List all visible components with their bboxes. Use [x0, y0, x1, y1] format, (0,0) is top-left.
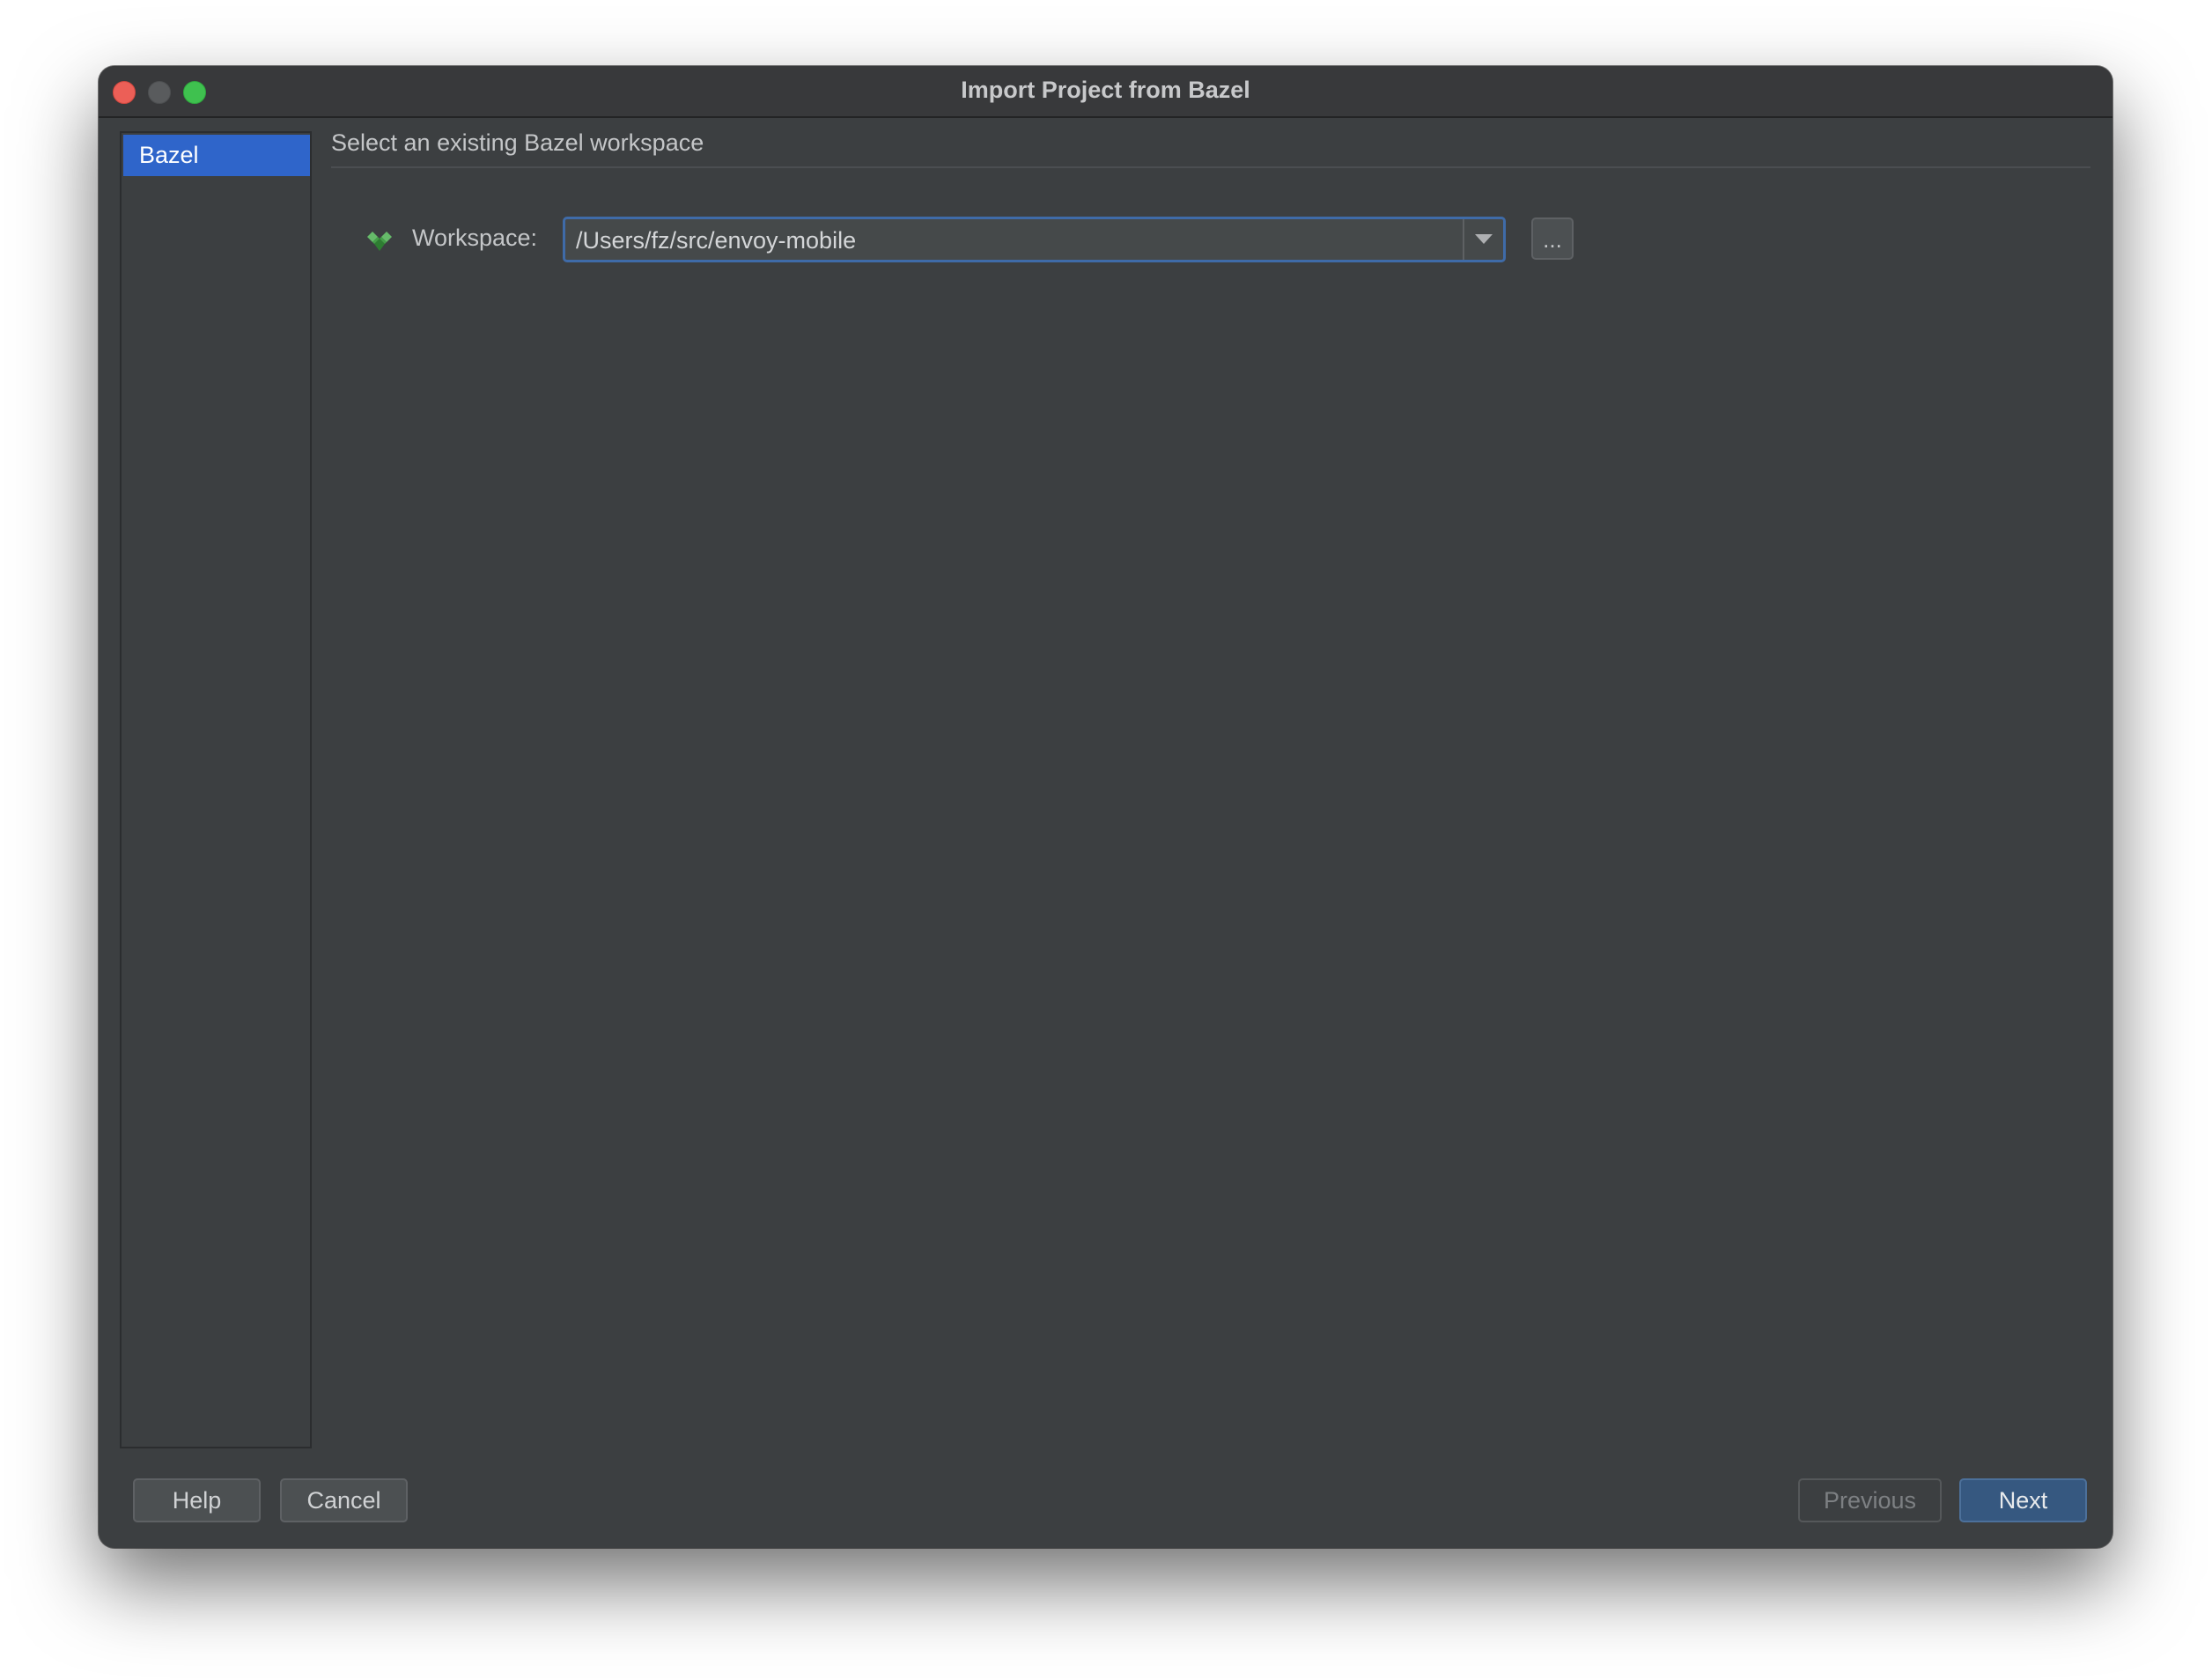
cancel-button[interactable]: Cancel	[280, 1478, 408, 1522]
window-title: Import Project from Bazel	[961, 77, 1250, 103]
import-project-dialog: Import Project from Bazel Bazel Select a…	[99, 66, 2112, 1548]
browse-button[interactable]: ...	[1531, 217, 1574, 260]
header-divider	[331, 166, 2090, 168]
workspace-combobox[interactable]: /Users/fz/src/envoy-mobile	[563, 217, 1506, 262]
sidebar-item-bazel[interactable]: Bazel	[123, 135, 310, 176]
workspace-path-input[interactable]: /Users/fz/src/envoy-mobile	[576, 227, 856, 254]
previous-button[interactable]: Previous	[1798, 1478, 1942, 1522]
bazel-icon	[367, 232, 392, 251]
workspace-label: Workspace:	[412, 225, 538, 251]
wizard-steps-sidebar: Bazel	[120, 131, 312, 1448]
help-button[interactable]: Help	[133, 1478, 261, 1522]
page-title: Select an existing Bazel workspace	[331, 129, 704, 156]
title-bar[interactable]: Import Project from Bazel	[99, 66, 2112, 118]
chevron-down-icon[interactable]	[1475, 234, 1493, 244]
combo-divider	[1463, 219, 1464, 260]
next-button[interactable]: Next	[1959, 1478, 2087, 1522]
